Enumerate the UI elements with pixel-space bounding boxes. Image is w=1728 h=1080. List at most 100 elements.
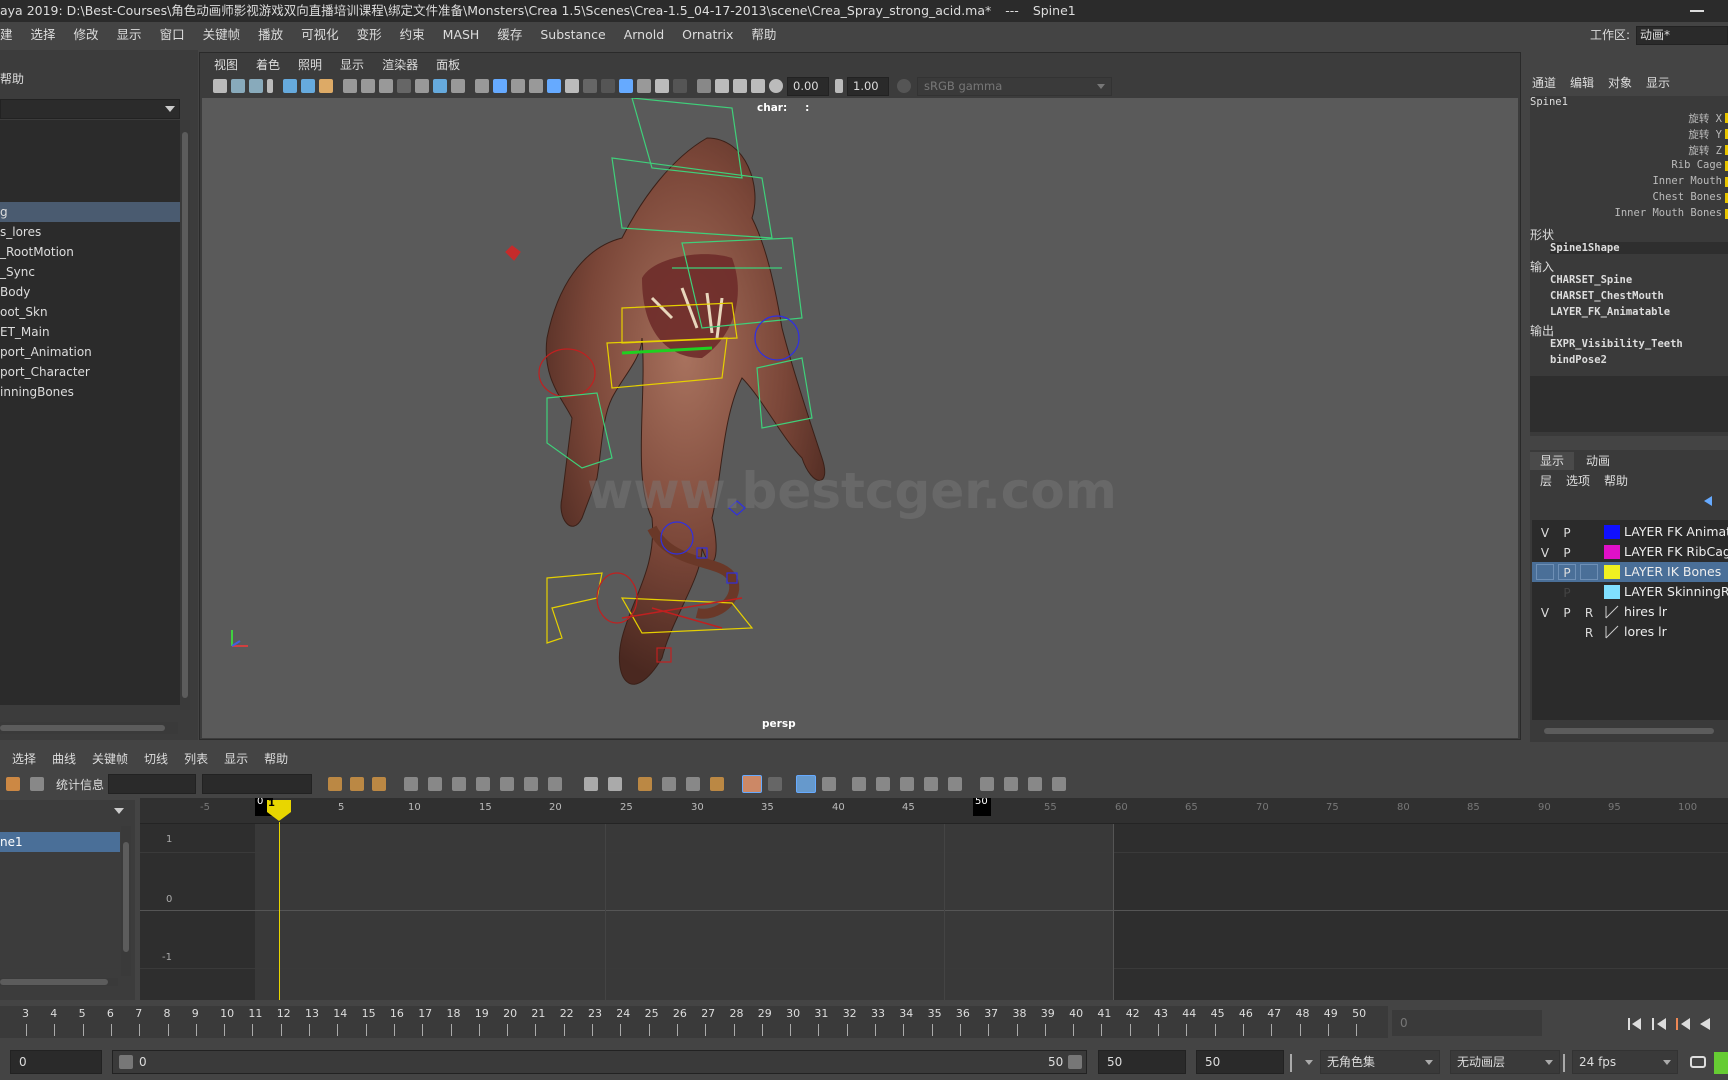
menu-mash[interactable]: MASH <box>434 27 489 42</box>
outliner-item[interactable]: _RootMotion <box>0 242 180 262</box>
lock-weight-icon[interactable] <box>662 777 676 791</box>
cb-shape-node[interactable]: Spine1Shape <box>1550 242 1728 254</box>
frame-playback-icon[interactable] <box>372 777 386 791</box>
menu-deform[interactable]: 变形 <box>348 27 391 42</box>
tab-display-layers[interactable]: 显示 <box>1530 452 1575 470</box>
bookmark-icon[interactable] <box>249 79 263 93</box>
cb-attr-rotate-z[interactable]: 旋转 Z <box>1688 143 1728 158</box>
xray-icon[interactable] <box>547 79 561 93</box>
cb-attr-chest-bones[interactable]: Chest Bones <box>1652 191 1728 203</box>
layer-row[interactable]: R lores lr <box>1532 622 1728 642</box>
chevron-down-icon[interactable] <box>1305 1060 1313 1065</box>
range-end-handle[interactable] <box>1068 1055 1082 1069</box>
frame-selection-icon[interactable] <box>350 777 364 791</box>
layer-display-type[interactable] <box>1580 544 1598 560</box>
layer-menu-layers[interactable]: 层 <box>1540 474 1552 488</box>
ge-menu-list[interactable]: 列表 <box>176 752 216 766</box>
ssao-icon[interactable] <box>601 79 615 93</box>
motion-blur-icon[interactable] <box>637 79 651 93</box>
layer-playback-toggle[interactable]: P <box>1558 544 1576 560</box>
layer-menu-help[interactable]: 帮助 <box>1604 474 1628 488</box>
layer-color-swatch[interactable] <box>1604 565 1620 579</box>
layer-row[interactable]: P LAYER IK Bones <box>1532 562 1728 582</box>
safe-action-icon[interactable] <box>433 79 447 93</box>
film-gate-icon[interactable] <box>361 79 375 93</box>
outliner-item[interactable]: _Sync <box>0 262 180 282</box>
menu-display[interactable]: 显示 <box>108 27 151 42</box>
smooth-shade-icon[interactable] <box>493 79 507 93</box>
menu-select[interactable]: 选择 <box>22 27 65 42</box>
cb-input-node[interactable]: CHARSET_Spine <box>1550 274 1632 286</box>
layer-color-swatch[interactable] <box>1604 585 1620 599</box>
cb-menu-object[interactable]: 对象 <box>1608 76 1632 90</box>
gamma-field[interactable]: 1.00 <box>847 77 889 96</box>
cb-input-node[interactable]: CHARSET_ChestMouth <box>1550 290 1664 302</box>
graph-editor-view[interactable]: -5 0 1 5 10 15 20 25 30 35 40 45 50 55 6… <box>140 798 1728 1000</box>
cb-menu-channels[interactable]: 通道 <box>1532 76 1556 90</box>
outliner-item[interactable]: oot_Skn <box>0 302 180 322</box>
layer-visibility-toggle[interactable]: V <box>1536 524 1554 540</box>
layer-row[interactable]: V P R hires lr <box>1532 602 1728 622</box>
swap-buffer-icon[interactable] <box>768 777 782 791</box>
playback-range-bar[interactable]: 0 50 <box>112 1050 1087 1074</box>
move-layer-icon[interactable] <box>1704 496 1712 506</box>
cycle-icon[interactable] <box>900 777 914 791</box>
film-gate-icon[interactable] <box>301 79 315 93</box>
exposure-icon[interactable] <box>769 79 783 93</box>
exposure-field[interactable]: 0.00 <box>787 77 829 96</box>
layer-playback-toggle[interactable]: P <box>1558 564 1576 580</box>
unify-tangent-icon[interactable] <box>608 777 622 791</box>
cb-attr-rotate-y[interactable]: 旋转 Y <box>1688 127 1728 142</box>
frame-all-icon[interactable] <box>328 777 342 791</box>
cb-menu-show[interactable]: 显示 <box>1646 76 1670 90</box>
cb-attr-rib-cage[interactable]: Rib Cage <box>1671 159 1728 171</box>
layer-display-type[interactable] <box>1580 524 1598 540</box>
menu-help[interactable]: 帮助 <box>742 27 785 42</box>
ge-list-vscrollbar[interactable] <box>121 826 131 976</box>
ghost-curve-icon[interactable] <box>980 777 994 791</box>
range-start-handle[interactable] <box>119 1055 133 1069</box>
camera-icon[interactable] <box>213 79 227 93</box>
layer-visibility-toggle[interactable] <box>1536 624 1554 640</box>
layer-display-type[interactable] <box>1580 564 1598 580</box>
layer-row[interactable]: P LAYER SkinningRi <box>1532 582 1728 602</box>
menu-create[interactable]: 建 <box>0 27 22 42</box>
outliner-item[interactable]: ET_Main <box>0 322 180 342</box>
stats-time-field[interactable] <box>108 774 196 794</box>
outliner-hscrollbar[interactable] <box>0 722 178 734</box>
pencil-icon[interactable] <box>319 79 333 93</box>
gate-mask-icon[interactable] <box>397 79 411 93</box>
cb-attr-inner-mouth-bones[interactable]: Inner Mouth Bones <box>1615 207 1728 219</box>
vp-menu-panels[interactable]: 面板 <box>427 58 469 72</box>
resample-icon[interactable] <box>1052 777 1066 791</box>
layer-color-swatch[interactable] <box>1604 545 1620 559</box>
ge-menu-show[interactable]: 显示 <box>216 752 256 766</box>
outliner-item[interactable]: port_Character <box>0 362 180 382</box>
wireframe-icon[interactable] <box>475 79 489 93</box>
anim-start-field[interactable]: 0 <box>10 1050 102 1074</box>
safe-title-icon[interactable] <box>451 79 465 93</box>
cb-input-node[interactable]: LAYER_FK_Animatable <box>1550 306 1670 318</box>
layer-visibility-toggle[interactable] <box>1536 564 1554 580</box>
layer-visibility-toggle[interactable]: V <box>1536 544 1554 560</box>
current-frame-field[interactable]: 0 <box>1392 1010 1542 1036</box>
wireframe-on-shaded-icon[interactable] <box>511 79 525 93</box>
view-transform-dropdown[interactable]: sRGB gamma <box>917 77 1112 96</box>
layer-playback-toggle[interactable] <box>1558 624 1576 640</box>
outliner-help-menu[interactable]: 帮助 <box>0 70 24 87</box>
field-chart-icon[interactable] <box>415 79 429 93</box>
pre-infinity-icon[interactable] <box>852 777 866 791</box>
layer-visibility-toggle[interactable]: V <box>1536 604 1554 620</box>
curve-filter-icon[interactable] <box>1028 777 1042 791</box>
cb-output-node[interactable]: EXPR_Visibility_Teeth <box>1550 338 1683 350</box>
isolate-icon[interactable] <box>715 79 729 93</box>
vp-menu-shading[interactable]: 着色 <box>247 58 289 72</box>
clamped-tangent-icon[interactable] <box>452 777 466 791</box>
menu-substance[interactable]: Substance <box>531 27 614 42</box>
select-icon[interactable] <box>697 79 711 93</box>
normalize-icon[interactable] <box>796 775 816 793</box>
goto-start-icon[interactable] <box>1628 1018 1642 1030</box>
isolate-select-icon[interactable] <box>619 79 633 93</box>
xray-joints-icon[interactable] <box>733 79 747 93</box>
time-slider[interactable]: 3 4 5 6 7 8 9 10 11 12 13 14 15 16 17 18 19 20 21 22 23 24 25 2… <box>0 1002 1728 1042</box>
